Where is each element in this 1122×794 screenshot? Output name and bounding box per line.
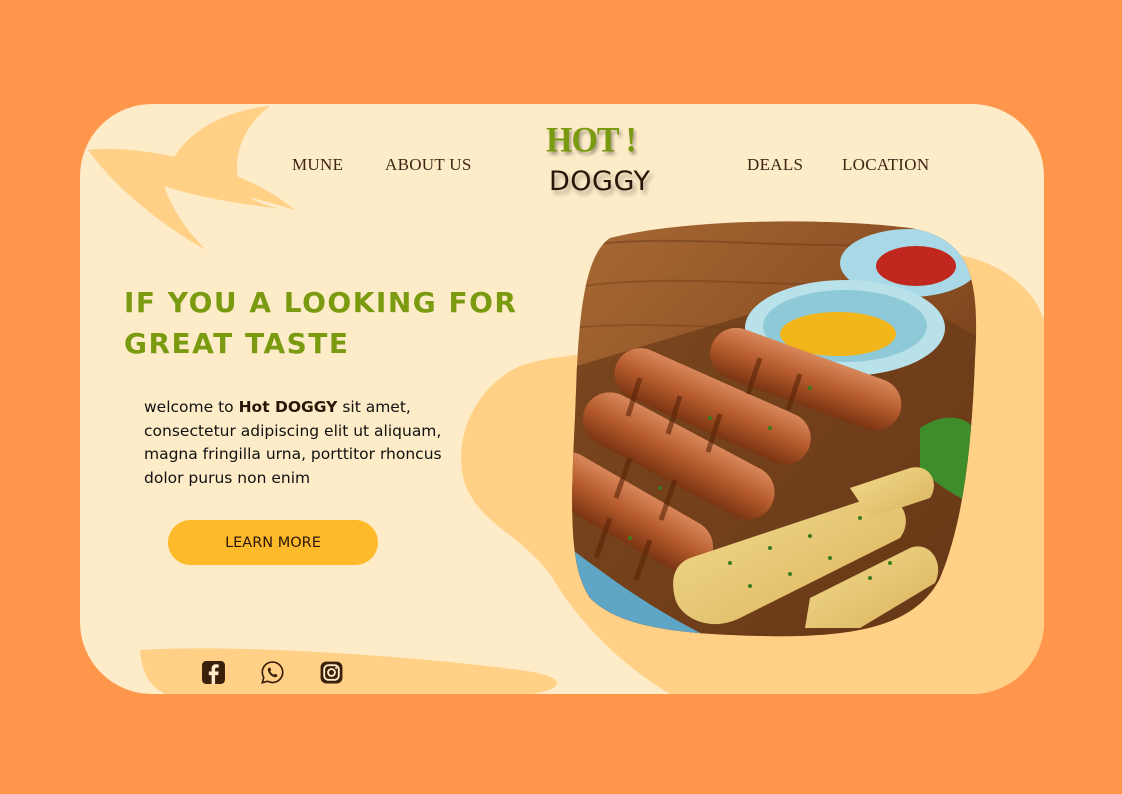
social-links [201, 660, 344, 685]
hero-card: MUNE ABOUT US DEALS LOCATION HOT ! DOGGY… [80, 104, 1044, 694]
headline-line-1: IF YOU A LOOKING FOR [124, 286, 518, 319]
logo-hot[interactable]: HOT ! [546, 121, 637, 161]
hero-headline: IF YOU A LOOKING FOR GREAT TASTE [124, 282, 544, 364]
learn-more-button[interactable]: LEARN MORE [168, 520, 378, 565]
boomerang-shape-upper [164, 106, 295, 210]
facebook-icon[interactable] [201, 660, 226, 685]
logo-doggy[interactable]: DOGGY [549, 166, 651, 197]
nav-item-location[interactable]: LOCATION [842, 155, 929, 175]
nav-item-deals[interactable]: DEALS [747, 155, 803, 175]
whatsapp-icon[interactable] [260, 660, 285, 685]
nav-item-menu[interactable]: MUNE [292, 155, 343, 175]
hero-description: welcome to Hot DOGGY sit amet, consectet… [144, 396, 464, 490]
nav-item-about-us[interactable]: ABOUT US [385, 155, 472, 175]
food-image [572, 221, 977, 637]
headline-line-2: GREAT TASTE [124, 327, 350, 360]
brand-name: Hot DOGGY [238, 398, 338, 416]
description-prefix: welcome to [144, 398, 239, 416]
instagram-icon[interactable] [319, 660, 344, 685]
